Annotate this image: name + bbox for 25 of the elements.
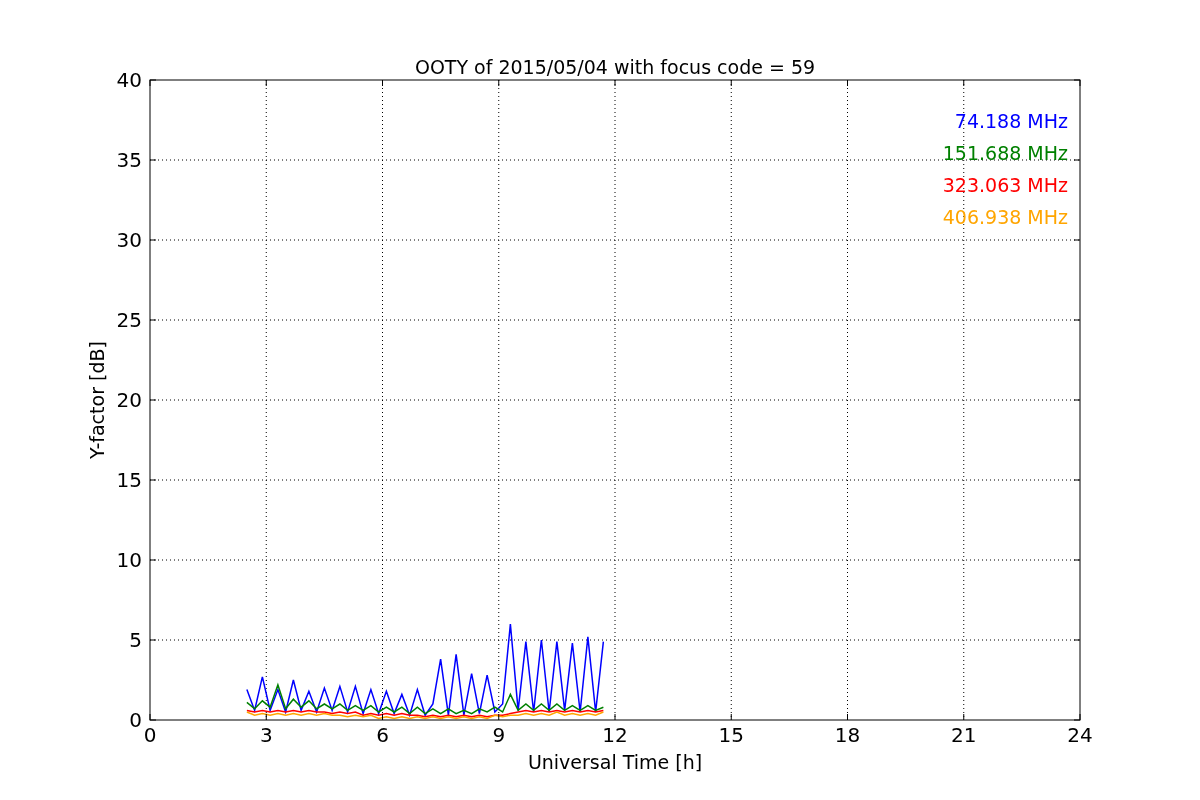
y-axis-label: Y-factor [dB] bbox=[86, 341, 108, 459]
tick-label: 10 bbox=[116, 548, 142, 572]
tick-label: 15 bbox=[718, 723, 744, 747]
legend-label: 406.938 MHz bbox=[942, 206, 1068, 228]
legend-label: 323.063 MHz bbox=[942, 174, 1068, 196]
tick-label: 18 bbox=[834, 723, 861, 747]
tick-label: 24 bbox=[1067, 723, 1093, 747]
tick-label: 21 bbox=[951, 723, 977, 747]
tick-label: 6 bbox=[376, 723, 389, 747]
tick-label: 0 bbox=[129, 708, 142, 732]
tick-label: 12 bbox=[602, 723, 628, 747]
x-axis-label: Universal Time [h] bbox=[527, 751, 703, 773]
tick-label: 15 bbox=[116, 468, 142, 492]
legend-label: 74.188 MHz bbox=[954, 110, 1068, 132]
tick-label: 25 bbox=[116, 308, 142, 332]
chart-title: OOTY of 2015/05/04 with focus code = 59 bbox=[414, 56, 816, 78]
tick-label: 35 bbox=[116, 148, 142, 172]
tick-label: 30 bbox=[116, 228, 142, 252]
tick-label: 5 bbox=[129, 628, 142, 652]
tick-label: 20 bbox=[116, 388, 142, 412]
tick-label: 3 bbox=[259, 723, 273, 747]
legend-label: 151.688 MHz bbox=[942, 142, 1068, 164]
tick-label: 40 bbox=[116, 68, 142, 92]
tick-label: 9 bbox=[492, 723, 506, 747]
tick-label: 0 bbox=[143, 723, 157, 747]
